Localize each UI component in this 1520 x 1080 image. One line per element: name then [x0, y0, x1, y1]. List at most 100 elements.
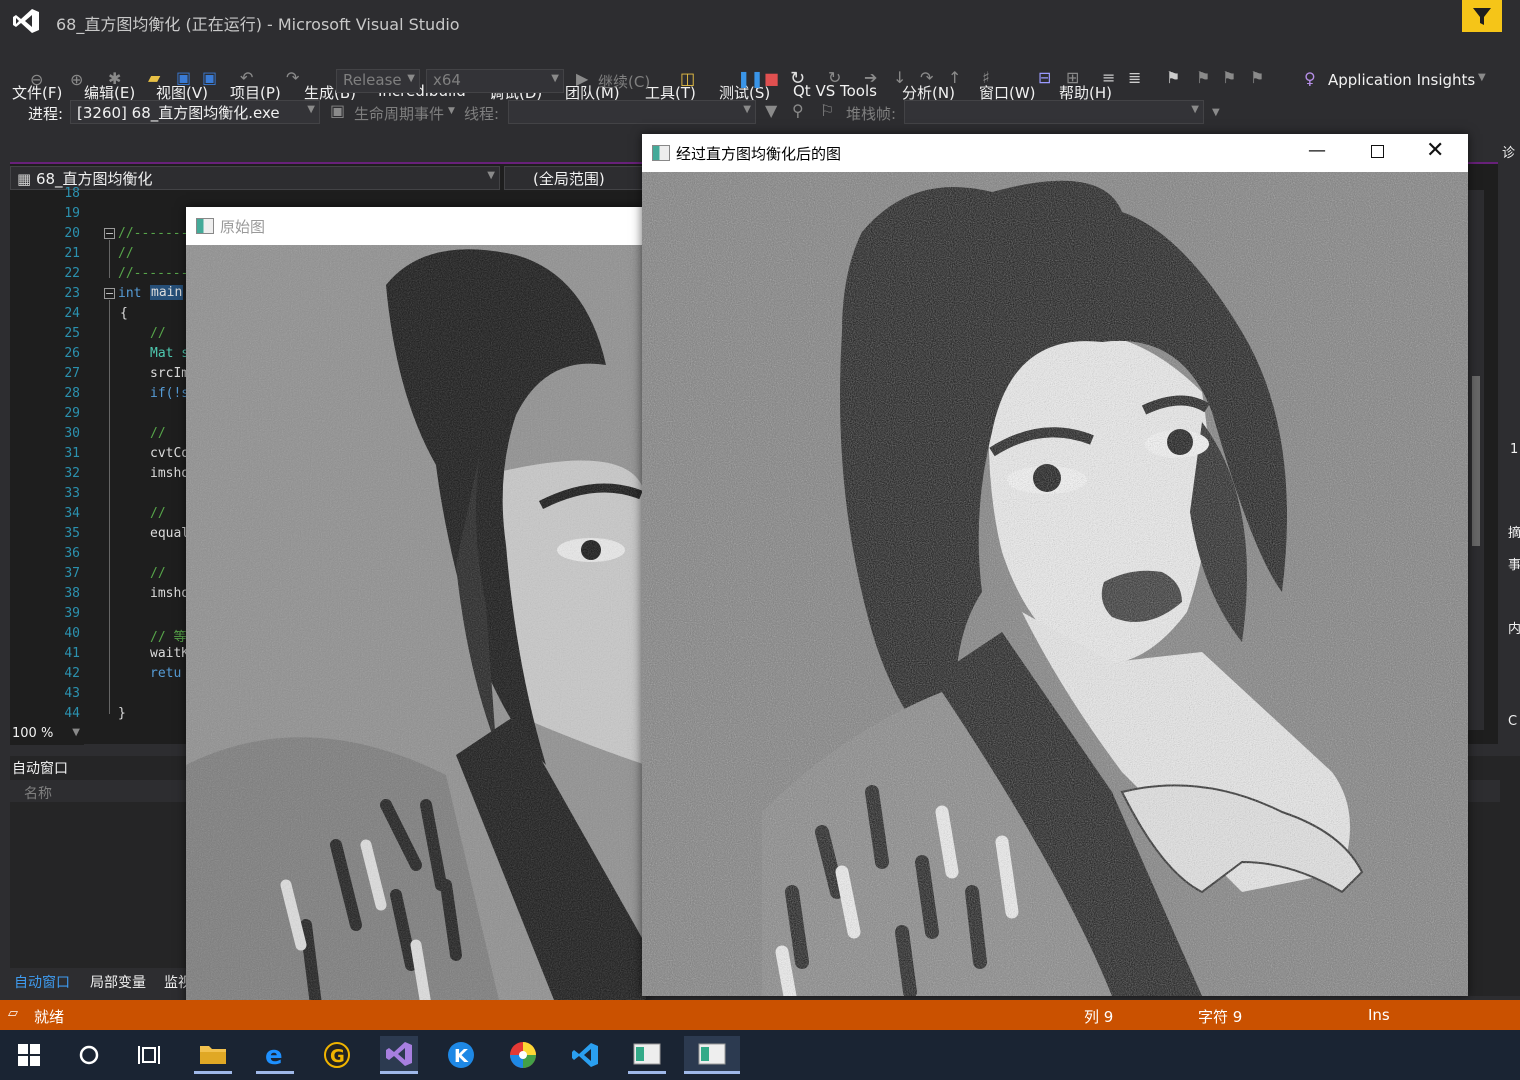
flag-icon[interactable]: ⚐: [820, 101, 834, 120]
original-window-titlebar[interactable]: 原始图: [186, 207, 646, 245]
zoom-dropdown[interactable]: 100 % ▼: [10, 725, 84, 745]
task-view-icon[interactable]: [130, 1036, 168, 1074]
outdent-icon[interactable]: ≣: [1128, 68, 1141, 87]
code-line: imsho: [150, 466, 190, 481]
visual-studio-icon[interactable]: [380, 1036, 418, 1074]
thread-dropdown[interactable]: ▼: [508, 100, 756, 124]
back-icon[interactable]: ⊖: [30, 70, 43, 89]
svg-text:e: e: [265, 1041, 283, 1068]
line-number: 44: [64, 706, 80, 721]
file-explorer-icon[interactable]: [194, 1036, 232, 1074]
save-all-icon[interactable]: ▣: [202, 68, 217, 87]
scrollbar-thumb[interactable]: [1472, 376, 1480, 546]
chevron-down-icon[interactable]: ▼: [1212, 107, 1220, 118]
vscode-icon[interactable]: [566, 1036, 604, 1074]
collapse-icon[interactable]: −: [104, 288, 115, 299]
forward-icon[interactable]: ⊕: [70, 70, 83, 89]
process-dropdown[interactable]: [3260] 68_直方图均衡化.exe ▼: [70, 100, 320, 124]
close-icon[interactable]: ✕: [1426, 138, 1444, 163]
vertical-scrollbar[interactable]: [1468, 190, 1484, 730]
code-line: //: [150, 506, 166, 521]
status-bar: ▱ 就绪 列 9 字符 9 Ins: [0, 1000, 1520, 1030]
open-folder-icon[interactable]: ▰: [148, 68, 160, 87]
notification-button[interactable]: [1462, 0, 1502, 32]
code-line: retu: [150, 666, 182, 681]
configuration-dropdown[interactable]: Release ▼: [336, 69, 420, 93]
pause-icon[interactable]: ❚❚: [737, 69, 764, 88]
collapse-icon[interactable]: −: [104, 228, 115, 239]
color-wheel-icon[interactable]: [504, 1036, 542, 1074]
code-line: //-------: [118, 226, 189, 241]
equalized-image-window[interactable]: 经过直方图均衡化后的图 — ✕: [642, 134, 1468, 996]
chevron-down-icon[interactable]: ▼: [1478, 72, 1486, 83]
k-circle-icon: K: [448, 1042, 474, 1068]
file-navigation-dropdown[interactable]: ▦ 68_直方图均衡化 ▼: [10, 166, 500, 190]
title-bar: 68_直方图均衡化 (正在运行) - Microsoft Visual Stud…: [0, 0, 1520, 40]
window-thumbnail-icon: [698, 1043, 726, 1064]
maximize-icon[interactable]: [1371, 145, 1384, 158]
line-number: 26: [64, 346, 80, 361]
line-number: 30: [64, 426, 80, 441]
filter-icon[interactable]: ▼: [765, 101, 777, 120]
code-keyword: int: [118, 286, 142, 301]
original-window-title: 原始图: [220, 218, 266, 236]
stack-icon[interactable]: ⊞: [1066, 68, 1079, 87]
step-out-icon[interactable]: ↑: [948, 68, 961, 87]
next-bookmark-icon[interactable]: ⚑: [1222, 68, 1236, 87]
clear-bookmark-icon[interactable]: ⚑: [1250, 68, 1264, 87]
platform-dropdown[interactable]: x64 ▼: [426, 69, 564, 93]
scope-dropdown[interactable]: (全局范围): [504, 166, 644, 190]
line-number: 29: [64, 406, 80, 421]
line-number: 28: [64, 386, 80, 401]
undo-icon[interactable]: ↶: [240, 68, 253, 87]
prev-bookmark-icon[interactable]: ⚑: [1196, 68, 1210, 87]
line-number: 23: [64, 286, 80, 301]
lifecycle-events-button[interactable]: 生命周期事件: [354, 103, 444, 124]
line-number: 24: [64, 306, 80, 321]
original-image-window[interactable]: 原始图: [186, 207, 646, 1030]
indent-icon[interactable]: ≡: [1102, 68, 1115, 87]
line-number: 36: [64, 546, 80, 561]
equalized-image: [642, 172, 1468, 996]
game-icon[interactable]: G: [318, 1036, 356, 1074]
equalized-window-titlebar[interactable]: 经过直方图均衡化后的图 — ✕: [642, 134, 1468, 172]
image-window-icon[interactable]: [628, 1036, 666, 1074]
configuration-value: Release: [343, 71, 402, 89]
tab-locals[interactable]: 局部变量: [90, 972, 146, 992]
line-number: 31: [64, 446, 80, 461]
thread-icon[interactable]: ⊟: [1038, 68, 1051, 87]
filter-toggle-icon[interactable]: ⚲: [792, 101, 804, 120]
status-insert-mode[interactable]: Ins: [1368, 1006, 1390, 1024]
step-into-icon[interactable]: ↓: [893, 68, 906, 87]
stack-frame-dropdown[interactable]: ▼: [904, 100, 1204, 124]
chevron-down-icon: ▼: [407, 73, 415, 84]
stop-icon[interactable]: ■: [764, 69, 779, 88]
equalized-window-title: 经过直方图均衡化后的图: [676, 145, 842, 163]
step-over-icon[interactable]: ➔: [864, 68, 877, 87]
k-app-icon[interactable]: K: [442, 1036, 480, 1074]
new-project-icon[interactable]: ✱: [108, 69, 121, 88]
chevron-down-icon: ▼: [1191, 104, 1199, 115]
windows-start-icon[interactable]: [10, 1036, 48, 1074]
menu-bar: 文件(F) 编辑(E) 视图(V) 项目(P) 生成(B) Incredibui…: [0, 40, 1520, 102]
cortana-icon[interactable]: [70, 1036, 108, 1074]
play-icon[interactable]: ▶: [576, 69, 588, 88]
bookmark-icon[interactable]: ⚑: [1166, 68, 1180, 87]
step-back-icon[interactable]: ↷: [920, 68, 933, 87]
show-next-statement-icon[interactable]: ↻: [828, 68, 841, 87]
redo-icon[interactable]: ↷: [286, 68, 299, 87]
vs-glyph-icon: [386, 1041, 412, 1066]
attach-icon[interactable]: ◫: [680, 69, 695, 88]
tab-autos[interactable]: 自动窗口: [14, 972, 70, 992]
hex-icon[interactable]: ♯: [982, 68, 990, 87]
save-icon[interactable]: ▣: [176, 68, 191, 87]
continue-button[interactable]: 继续(C): [598, 71, 650, 92]
app-insights-button[interactable]: Application Insights: [1328, 71, 1475, 89]
minimize-icon[interactable]: —: [1308, 140, 1326, 161]
line-number: 27: [64, 366, 80, 381]
restart-icon[interactable]: ↻: [790, 68, 805, 89]
visual-studio-logo-icon: [13, 9, 39, 33]
tab-watch[interactable]: 监视: [164, 972, 186, 992]
image-window-icon-2[interactable]: [684, 1036, 740, 1074]
edge-icon[interactable]: e: [256, 1036, 294, 1074]
